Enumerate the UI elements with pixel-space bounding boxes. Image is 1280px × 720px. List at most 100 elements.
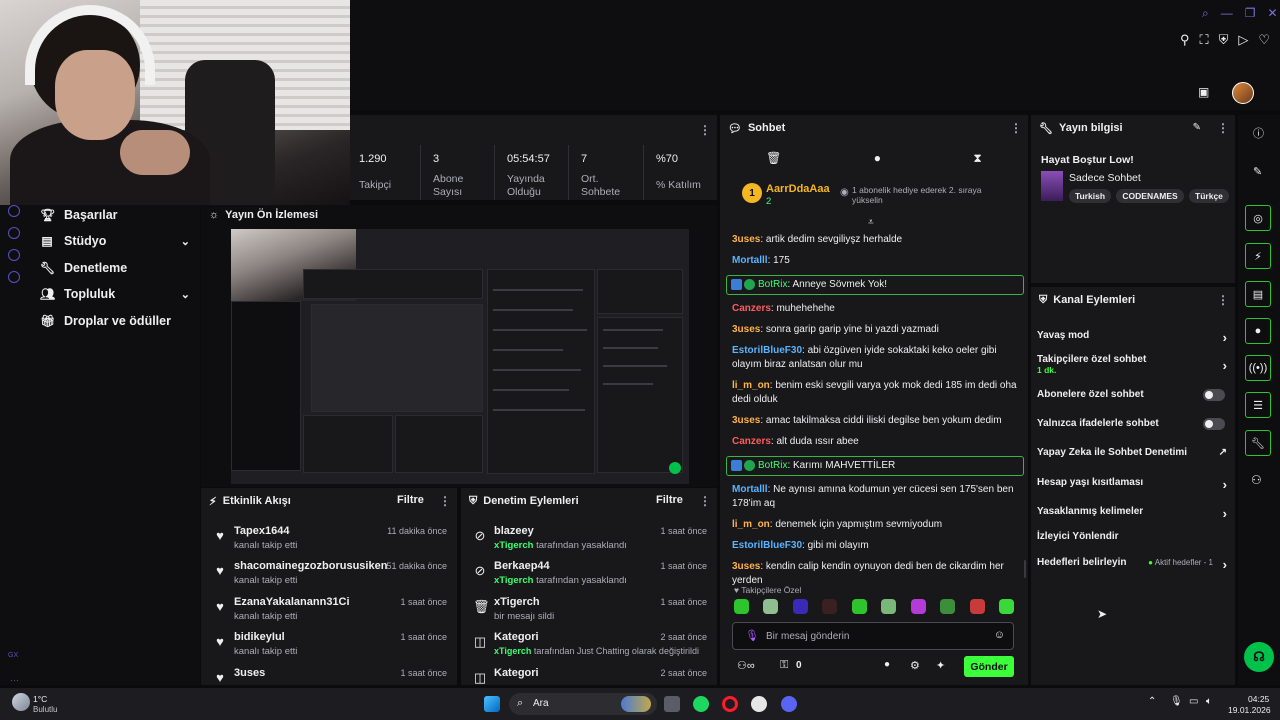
- discord-icon[interactable]: [781, 696, 797, 712]
- preview-video[interactable]: [231, 229, 689, 484]
- opera-gx-icon[interactable]: [722, 696, 738, 712]
- modlog-item[interactable]: ◫ Kategori 2 saat önce: [473, 667, 707, 685]
- modlog-filter-button[interactable]: Filtre: [656, 494, 683, 506]
- chat-message[interactable]: 3uses: artik dedim sevgiliyşz herhalde: [732, 233, 1020, 247]
- chat-username[interactable]: Mortalll: [732, 255, 768, 266]
- chat-username[interactable]: 3uses: [732, 415, 760, 426]
- bolt-button[interactable]: ⚡︎: [1245, 243, 1271, 269]
- rail-icon-3[interactable]: [8, 249, 20, 261]
- nav-drops[interactable]: 🎁︎ Droplar ve ödüller: [40, 314, 190, 328]
- avatar[interactable]: [1232, 82, 1254, 104]
- gear-icon[interactable]: ⚙: [910, 659, 920, 672]
- action-goals[interactable]: Hedefleri belirleyin ● Aktif hedefler - 1…: [1037, 557, 1227, 572]
- minimize-icon[interactable]: —: [1221, 6, 1233, 21]
- feed-item[interactable]: ♥ EzanaYakalanann31Ci kanalı takip etti …: [213, 596, 447, 630]
- tag[interactable]: Türkçe: [1189, 189, 1229, 203]
- chat-username[interactable]: li_m_on: [732, 380, 770, 391]
- tag[interactable]: CODENAMES: [1116, 189, 1184, 203]
- emote-icon[interactable]: [998, 599, 1014, 614]
- taskbar-search[interactable]: ⌕ Ara: [509, 693, 657, 715]
- emote-icon[interactable]: [910, 599, 926, 614]
- actions-menu-icon[interactable]: ⋮: [1217, 293, 1229, 307]
- scrollbar[interactable]: [1024, 560, 1026, 578]
- action-raid[interactable]: İzleyici Yönlendir: [1037, 531, 1227, 542]
- gx-icon[interactable]: GX: [8, 652, 18, 659]
- volume-icon[interactable]: 🔈︎: [1206, 696, 1212, 707]
- emote-icon[interactable]: [881, 599, 897, 614]
- mic-icon[interactable]: 🎙︎: [745, 629, 759, 642]
- feed-item[interactable]: ♥ shacomainegzozborususiken kanalı takip…: [213, 560, 447, 594]
- broadcast-button[interactable]: ((•)): [1245, 355, 1271, 381]
- bubble-icon[interactable]: ●: [874, 151, 881, 165]
- emote-icon[interactable]: [763, 599, 779, 614]
- emote-icon[interactable]: [851, 599, 867, 614]
- chat-username[interactable]: 3uses: [732, 324, 760, 335]
- toggle-switch[interactable]: [1203, 418, 1225, 430]
- layout-button[interactable]: ☰: [1245, 392, 1271, 418]
- chat-message[interactable]: 3uses: amac takilmaksa ciddi iliski degi…: [732, 414, 1020, 428]
- wrench-button[interactable]: 🔧︎: [1245, 430, 1271, 456]
- feed-item[interactable]: ♥ Tapex1644 kanalı takip etti 11 dakika …: [213, 525, 447, 559]
- chat-username[interactable]: li_m_on: [732, 519, 770, 530]
- play-icon[interactable]: ▷: [1238, 32, 1248, 48]
- hourglass-icon[interactable]: ⧗: [973, 151, 981, 166]
- info-icon[interactable]: ⓘ: [1253, 125, 1264, 141]
- community-icon[interactable]: ⚇∞: [737, 659, 755, 672]
- bot-message[interactable]: BotRix: Anneye Sövmek Yok!: [726, 275, 1024, 295]
- community-icon[interactable]: ⚇: [1251, 473, 1262, 487]
- chat-username[interactable]: EstorilBlueF30: [732, 540, 802, 551]
- activity-menu-icon[interactable]: ⋮: [439, 494, 451, 508]
- nav-community[interactable]: 👥︎ Topluluk ⌄: [40, 287, 190, 301]
- chat-button[interactable]: ●: [1245, 318, 1271, 344]
- mic-icon[interactable]: 🎙︎: [1170, 696, 1183, 707]
- chat-username[interactable]: Canzers: [732, 303, 771, 314]
- tray-chevron-icon[interactable]: ⌃: [1148, 696, 1156, 707]
- activity-filter-button[interactable]: Filtre: [397, 494, 424, 506]
- search-icon[interactable]: ⌕: [1202, 6, 1209, 21]
- feed-item[interactable]: ♥ bidikeyIul kanalı takip etti 1 saat ön…: [213, 631, 447, 665]
- emote-icon[interactable]: [940, 599, 956, 614]
- more-icon[interactable]: ···: [10, 675, 19, 685]
- emote-icon[interactable]: [822, 599, 838, 614]
- document-button[interactable]: ▤: [1245, 281, 1271, 307]
- chat-message[interactable]: li_m_on: benim eski sevgili varya yok mo…: [732, 379, 1020, 407]
- edit-icon[interactable]: ✎: [1193, 122, 1201, 133]
- close-icon[interactable]: ✕: [1268, 6, 1278, 21]
- steam-icon[interactable]: [751, 696, 767, 712]
- action-banned-words[interactable]: Yasaklanmış kelimeler ›: [1037, 506, 1227, 521]
- rail-icon-2[interactable]: [8, 227, 20, 239]
- nav-achievements[interactable]: 🏆︎ Başarılar: [40, 208, 190, 222]
- rail-icon-1[interactable]: [8, 205, 20, 217]
- camera-button[interactable]: ◎: [1245, 205, 1271, 231]
- modlog-item[interactable]: ⊘ blazeey xTigerch tarafından yasaklandı…: [473, 525, 707, 559]
- share-icon[interactable]: ✦: [936, 659, 945, 672]
- gift-icon[interactable]: ⚿: [780, 659, 788, 672]
- action-subscribers-only[interactable]: Abonelere özel sohbet: [1037, 389, 1227, 401]
- chat-message[interactable]: Mortalll: 175: [732, 254, 1020, 268]
- chat-username[interactable]: Mortalll: [732, 484, 768, 495]
- toggle-switch[interactable]: [1203, 389, 1225, 401]
- emote-icon[interactable]: [734, 599, 749, 614]
- vr-icon[interactable]: ▣: [1198, 85, 1209, 99]
- shield-icon[interactable]: ⛨: [1219, 32, 1229, 48]
- spotify-icon[interactable]: [693, 696, 709, 712]
- tag[interactable]: Turkish: [1069, 189, 1112, 203]
- chat-message[interactable]: EstorilBlueF30: gibi mi olayım: [732, 539, 1020, 553]
- info-menu-icon[interactable]: ⋮: [1217, 121, 1229, 135]
- trash-icon[interactable]: 🗑︎: [766, 151, 781, 165]
- chat-username[interactable]: EstorilBlueF30: [732, 345, 802, 356]
- file-explorer-icon[interactable]: [664, 696, 680, 712]
- send-button[interactable]: Gönder: [964, 656, 1014, 677]
- pin-icon[interactable]: ⚲: [1180, 32, 1190, 48]
- restore-icon[interactable]: ❐: [1245, 6, 1256, 21]
- bot-message[interactable]: BotRix: Karımı MAHVETTİLER: [726, 456, 1024, 476]
- chat-username[interactable]: 3uses: [732, 234, 760, 245]
- emote-icon[interactable]: [969, 599, 985, 614]
- rail-icon-4[interactable]: [8, 271, 20, 283]
- chat-message[interactable]: li_m_on: denemek için yapmıştım sevmiyod…: [732, 518, 1020, 532]
- windows-start-icon[interactable]: [484, 696, 500, 712]
- action-account-age[interactable]: Hesap yaşı kısıtlaması ›: [1037, 477, 1227, 492]
- stats-menu-icon[interactable]: ⋮: [699, 123, 711, 137]
- category-name[interactable]: Sadece Sohbet: [1069, 172, 1141, 184]
- modlog-item[interactable]: ⊘ Berkaep44 xTigerch tarafından yasaklan…: [473, 560, 707, 594]
